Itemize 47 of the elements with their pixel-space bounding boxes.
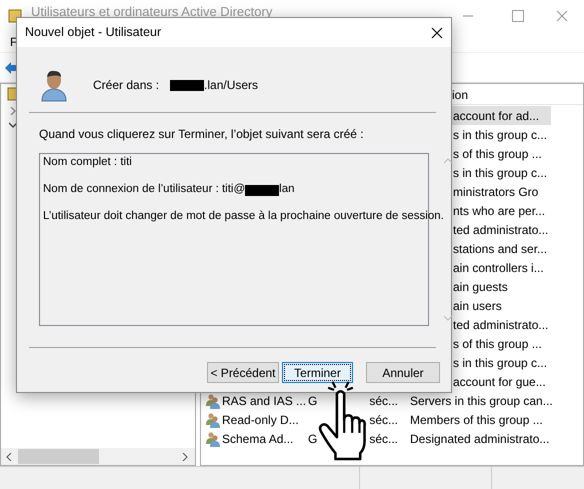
- table-cell-text: account for gue...: [452, 374, 546, 390]
- scroll-up-icon[interactable]: [444, 158, 452, 164]
- table-cell-text: G: [308, 392, 318, 410]
- intro-text: Quand vous cliquerez sur Terminer, l’objet suivant sera créé :: [39, 126, 365, 142]
- back-button[interactable]: < Précédent: [207, 362, 279, 383]
- table-cell[interactable]: RAS and IAS ...: [222, 392, 308, 410]
- table-cell-text: séc...: [369, 412, 398, 428]
- table-cell-text: ain guests: [452, 278, 508, 296]
- created-in-label: Créer dans :: [93, 77, 160, 94]
- table-cell-text: ministrators Gro: [452, 184, 538, 200]
- table-cell-text: séc...: [369, 392, 398, 410]
- table-cell-text: Members of this group ...: [410, 412, 543, 428]
- dialog-title: Nouvel objet - Utilisateur: [25, 24, 162, 42]
- group-icon: [205, 392, 221, 408]
- finish-button[interactable]: Terminer: [282, 362, 353, 383]
- table-cell[interactable]: Schema Ad...: [222, 430, 308, 448]
- cancel-button[interactable]: Annuler: [366, 362, 440, 383]
- table-cell-text: ain users: [452, 298, 502, 314]
- maximize-icon[interactable]: [512, 10, 524, 22]
- path-text: .lan/Users: [204, 77, 258, 94]
- table-cell-text: nts who are per...: [452, 202, 546, 220]
- table-cell-text: Designated administrato...: [410, 430, 550, 448]
- scrollbar-thumb[interactable]: [18, 449, 99, 464]
- scroll-right-icon[interactable]: [181, 452, 189, 460]
- summary-text: lan: [279, 182, 295, 198]
- window-title: Utilisateurs et ordinateurs Active Directory: [31, 2, 272, 21]
- summary-text: L’utilisateur doit changer de mot de passe à la prochaine ouverture de session.: [43, 209, 444, 224]
- summary-text: Nom complet : titi: [43, 155, 132, 170]
- column-header[interactable]: ion: [452, 86, 468, 104]
- table-cell[interactable]: Read-only D...: [222, 410, 308, 428]
- group-icon: [205, 430, 221, 446]
- list-row[interactable]: account for ad...: [451, 106, 551, 125]
- expand-chevron-icon[interactable]: [9, 107, 17, 115]
- table-cell-text: account for ad...: [452, 108, 540, 124]
- table-cell-text: séc...: [369, 430, 398, 448]
- table-cell-text: s of this group ...: [452, 146, 542, 162]
- scroll-down-icon[interactable]: [444, 315, 452, 321]
- table-cell-text: Servers in this group can...: [410, 392, 553, 410]
- group-icon: [205, 412, 221, 428]
- collapse-chevron-icon[interactable]: [9, 121, 17, 129]
- scroll-left-icon[interactable]: [5, 452, 13, 460]
- table-cell-text: G: [308, 430, 318, 448]
- close-icon[interactable]: [431, 26, 443, 38]
- user-icon: [40, 68, 68, 102]
- table-cell-text: ain controllers i...: [452, 260, 544, 276]
- summary-text: Nom de connexion de l’utilisateur : titi@: [43, 182, 246, 198]
- table-cell-text: s of this group ...: [452, 336, 542, 352]
